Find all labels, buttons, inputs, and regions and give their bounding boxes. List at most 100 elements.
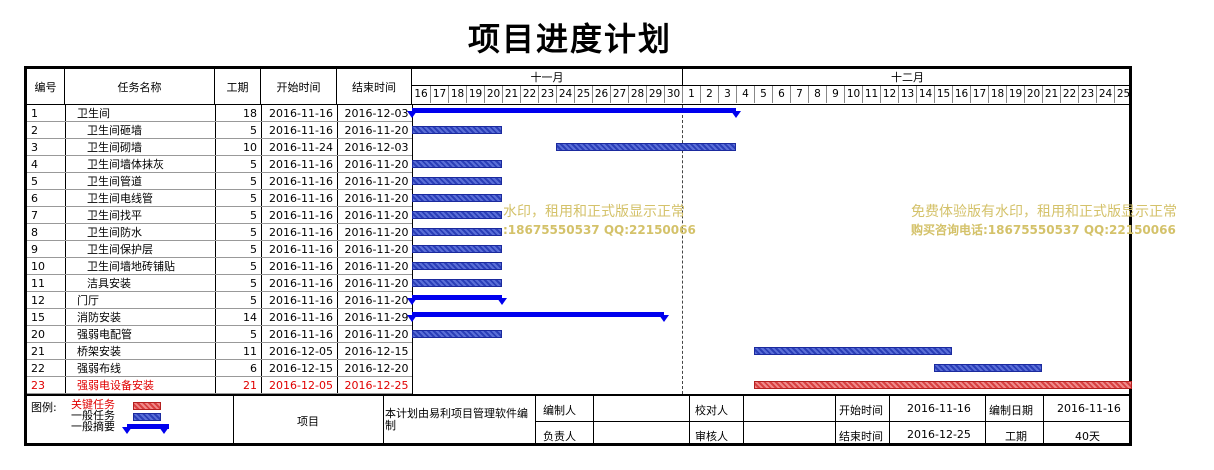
day-header: 24 xyxy=(556,86,574,103)
cell-end: 2016-11-20 xyxy=(337,173,412,190)
reviewer-label: 校对人 xyxy=(695,404,728,417)
day-header: 23 xyxy=(538,86,556,103)
task-bar[interactable] xyxy=(412,211,502,219)
cell-task-name: 卫生间电线管 xyxy=(65,190,215,207)
day-header: 9 xyxy=(826,86,844,103)
editor-label: 编制人 xyxy=(543,404,576,417)
task-bar[interactable] xyxy=(556,143,736,151)
cell-start: 2016-12-15 xyxy=(261,360,337,377)
day-header: 15 xyxy=(934,86,952,103)
cell-task-name: 卫生间墙体抹灰 xyxy=(65,156,215,173)
cell-duration: 5 xyxy=(215,156,261,173)
cell-id: 8 xyxy=(27,224,65,241)
edit-date-value: 2016-11-16 xyxy=(1057,402,1121,415)
cell-duration: 18 xyxy=(215,105,261,122)
table-row[interactable]: 21 桥架安装 11 2016-12-05 2016-12-15 xyxy=(27,343,1132,360)
day-header: 3 xyxy=(718,86,736,103)
col-header-id: 编号 xyxy=(27,69,65,105)
end-time-value: 2016-12-25 xyxy=(907,428,971,441)
task-bar[interactable] xyxy=(412,262,502,270)
task-bar[interactable] xyxy=(754,347,952,355)
cell-end: 2016-11-20 xyxy=(337,122,412,139)
day-header: 7 xyxy=(790,86,808,103)
table-row[interactable]: 15 消防安装 14 2016-11-16 2016-11-29 xyxy=(27,309,1132,326)
summary-bar[interactable] xyxy=(412,295,502,300)
cell-id: 2 xyxy=(27,122,65,139)
legend-summary-label: 一般摘要 xyxy=(71,420,115,433)
legend-summary-right-icon xyxy=(159,427,169,434)
cell-start: 2016-12-05 xyxy=(261,343,337,360)
col-header-duration: 工期 xyxy=(215,69,261,105)
cell-end: 2016-11-20 xyxy=(337,156,412,173)
cell-task-name: 强弱电设备安装 xyxy=(65,377,215,394)
cell-start: 2016-11-16 xyxy=(261,292,337,309)
table-row[interactable]: 23 强弱电设备安装 21 2016-12-05 2016-12-25 xyxy=(27,377,1132,394)
task-bar[interactable] xyxy=(412,228,502,236)
cell-duration: 5 xyxy=(215,207,261,224)
table-row[interactable]: 20 强弱电配管 5 2016-11-16 2016-11-20 xyxy=(27,326,1132,343)
table-row[interactable]: 10 卫生间墙地砖铺贴 5 2016-11-16 2016-11-20 xyxy=(27,258,1132,275)
task-bar[interactable] xyxy=(412,126,502,134)
day-header: 23 xyxy=(1078,86,1096,103)
start-time-label: 开始时间 xyxy=(839,404,883,417)
day-header: 14 xyxy=(916,86,934,103)
day-header: 10 xyxy=(844,86,862,103)
cell-end: 2016-11-20 xyxy=(337,190,412,207)
summary-end-icon xyxy=(659,315,669,322)
cell-id: 21 xyxy=(27,343,65,360)
task-table: 1 卫生间 18 2016-11-16 2016-12-03 2 卫生间砸墙 5 2016-11… xyxy=(27,105,1132,394)
col-header-name: 任务名称 xyxy=(65,69,215,105)
cell-end: 2016-11-20 xyxy=(337,258,412,275)
table-row[interactable]: 1 卫生间 18 2016-11-16 2016-12-03 xyxy=(27,105,1132,122)
edit-date-label: 编制日期 xyxy=(989,404,1033,417)
table-row[interactable]: 5 卫生间管道 5 2016-11-16 2016-11-20 xyxy=(27,173,1132,190)
table-row[interactable]: 9 卫生间保护层 5 2016-11-16 2016-11-20 xyxy=(27,241,1132,258)
critical-task-bar[interactable] xyxy=(754,381,1132,389)
summary-end-icon xyxy=(497,298,507,305)
cell-end: 2016-12-03 xyxy=(337,139,412,156)
cell-id: 3 xyxy=(27,139,65,156)
cell-end: 2016-11-20 xyxy=(337,292,412,309)
day-header: 20 xyxy=(1024,86,1042,103)
table-row[interactable]: 11 洁具安装 5 2016-11-16 2016-11-20 xyxy=(27,275,1132,292)
day-header: 24 xyxy=(1096,86,1114,103)
task-bar[interactable] xyxy=(412,160,502,168)
cell-end: 2016-11-20 xyxy=(337,224,412,241)
table-row[interactable]: 3 卫生间砌墙 10 2016-11-24 2016-12-03 xyxy=(27,139,1132,156)
task-bar[interactable] xyxy=(412,279,502,287)
cell-start: 2016-11-16 xyxy=(261,156,337,173)
cell-task-name: 桥架安装 xyxy=(65,343,215,360)
cell-start: 2016-12-05 xyxy=(261,377,337,394)
project-name-label: 项目 xyxy=(297,415,319,428)
cell-id: 22 xyxy=(27,360,65,377)
day-header: 29 xyxy=(646,86,664,103)
table-row[interactable]: 2 卫生间砸墙 5 2016-11-16 2016-11-20 xyxy=(27,122,1132,139)
task-bar[interactable] xyxy=(412,194,502,202)
summary-start-icon xyxy=(407,315,417,322)
summary-bar[interactable] xyxy=(412,108,736,113)
legend-normal-swatch xyxy=(133,413,161,421)
table-row[interactable]: 22 强弱布线 6 2016-12-15 2016-12-20 xyxy=(27,360,1132,377)
cell-task-name: 卫生间管道 xyxy=(65,173,215,190)
task-bar[interactable] xyxy=(934,364,1042,372)
cell-task-name: 强弱布线 xyxy=(65,360,215,377)
summary-bar[interactable] xyxy=(412,312,664,317)
day-header: 19 xyxy=(466,86,484,103)
owner-label: 负责人 xyxy=(543,430,576,443)
task-bar[interactable] xyxy=(412,177,502,185)
table-row[interactable]: 4 卫生间墙体抹灰 5 2016-11-16 2016-11-20 xyxy=(27,156,1132,173)
summary-end-icon xyxy=(731,111,741,118)
gantt-chart: 编号 任务名称 工期 开始时间 结束时间 十一月 十二月 16 17 18 19 20 21 2… xyxy=(24,66,1177,446)
task-bar[interactable] xyxy=(412,330,502,338)
day-header: 2 xyxy=(700,86,718,103)
cell-id: 5 xyxy=(27,173,65,190)
cell-start: 2016-11-16 xyxy=(261,241,337,258)
cell-start: 2016-11-16 xyxy=(261,258,337,275)
day-header: 19 xyxy=(1006,86,1024,103)
day-header: 1 xyxy=(682,86,700,103)
day-header: 8 xyxy=(808,86,826,103)
cell-end: 2016-11-20 xyxy=(337,326,412,343)
task-bar[interactable] xyxy=(412,245,502,253)
table-row[interactable]: 12 门厅 5 2016-11-16 2016-11-20 xyxy=(27,292,1132,309)
cell-end: 2016-12-15 xyxy=(337,343,412,360)
